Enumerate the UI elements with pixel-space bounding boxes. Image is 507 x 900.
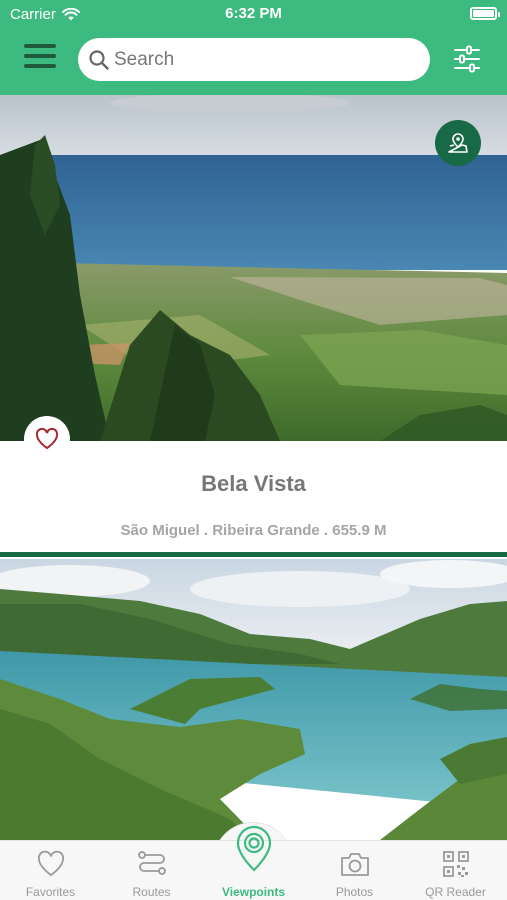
- map-pin-icon: [236, 826, 271, 872]
- filter-button[interactable]: [452, 44, 482, 74]
- tab-routes[interactable]: Routes: [101, 841, 202, 900]
- tab-label: Favorites: [25, 885, 76, 899]
- tab-bar: Favorites Routes Viewpoints Photos QR Re…: [0, 826, 507, 900]
- hamburger-icon: [24, 44, 56, 48]
- camera-icon: [340, 853, 369, 876]
- tab-label: Photos: [335, 885, 374, 899]
- status-bar: Carrier 6:32 PM: [0, 0, 507, 28]
- tab-label: QR Reader: [425, 885, 486, 899]
- viewpoint-photo[interactable]: [0, 95, 507, 441]
- tab-viewpoints[interactable]: Viewpoints: [203, 826, 304, 900]
- qr-code-icon: [442, 851, 469, 877]
- tab-label: Routes: [132, 885, 171, 899]
- clock: 6:32 PM: [225, 5, 282, 22]
- show-on-map-button[interactable]: [435, 120, 481, 166]
- viewpoint-photo[interactable]: [0, 559, 507, 840]
- card-divider: [0, 552, 507, 557]
- search-input[interactable]: [114, 44, 414, 75]
- tab-qr-reader[interactable]: QR Reader: [405, 841, 506, 900]
- battery-icon: [470, 7, 500, 20]
- tab-label: Viewpoints: [221, 885, 286, 899]
- menu-button[interactable]: [24, 44, 56, 72]
- viewpoint-title[interactable]: Bela Vista: [0, 471, 507, 497]
- viewpoint-details: São Miguel . Ribeira Grande . 655.9 M: [120, 522, 387, 539]
- heart-icon: [37, 850, 64, 877]
- route-icon: [137, 851, 166, 875]
- map-pin-icon: [448, 133, 468, 153]
- search-bar[interactable]: [78, 38, 430, 81]
- tab-photos[interactable]: Photos: [304, 841, 405, 900]
- sliders-icon: [454, 45, 480, 73]
- tab-favorites[interactable]: Favorites: [0, 841, 101, 900]
- favorite-button[interactable]: [24, 416, 70, 462]
- heart-icon: [35, 428, 59, 450]
- top-bar: Carrier 6:32 PM: [0, 0, 507, 95]
- search-icon: [89, 50, 109, 70]
